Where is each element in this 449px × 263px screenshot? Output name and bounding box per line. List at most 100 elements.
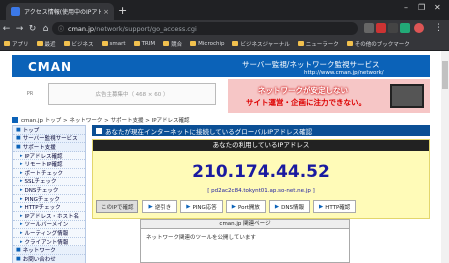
dns-button[interactable]: ▶ DNS情報	[268, 200, 310, 213]
minimize-button[interactable]: –	[404, 3, 408, 12]
bookmarks-bar: アプリ 最近 ビジネス smart TRIM 競合 Microchip ビジネス…	[0, 37, 449, 51]
extension-icon[interactable]	[364, 23, 374, 33]
bookmark-item[interactable]: TRIM	[133, 41, 155, 47]
sidebar-item[interactable]: ▸ IPアドレス確認	[13, 151, 85, 161]
sidebar-item-label: ツールバーメイン	[24, 222, 69, 229]
tab-title: アクセス情報(使用中のIPアドレス確...	[24, 9, 102, 16]
maximize-button[interactable]: ❐	[418, 3, 425, 12]
sidebar-item-label: トップ	[22, 127, 40, 134]
sidebar-item-label: HTTPチェック	[24, 205, 61, 212]
url-text: cman.jp/network/support/go_access.cgi	[68, 24, 197, 33]
menu-icon[interactable]: ⋮	[432, 23, 445, 33]
sidebar-item[interactable]: ■ トップ	[13, 126, 85, 135]
home-icon[interactable]: ⌂	[39, 24, 52, 34]
sidebar-item-label: IPアドレス・ホスト名	[24, 213, 79, 220]
tab-close-icon[interactable]: ×	[103, 8, 109, 16]
bookmark-item[interactable]: ニューラーク	[297, 40, 339, 48]
site-title: サーバー監視/ネットワーク監視サービス	[242, 60, 380, 69]
reload-icon[interactable]: ↻	[26, 24, 39, 34]
forward-icon[interactable]: →	[13, 24, 26, 34]
reverse-lookup-button[interactable]: ▶ 逆引き	[142, 200, 178, 213]
sidebar: ■ トップ ■ サーバー監視サービス ■ サポート支援 ▸ IPアドレス確認 ▸ リモートIP確認…	[12, 125, 86, 263]
ping-button[interactable]: ▶ PING応答	[180, 200, 223, 213]
extension-icon[interactable]	[400, 23, 410, 33]
sidebar-item-label: SSLチェック	[24, 179, 57, 186]
bookmark-item[interactable]: アプリ	[4, 40, 29, 48]
extension-icon[interactable]	[388, 23, 398, 33]
favicon-icon	[11, 7, 20, 16]
bookmark-item[interactable]: ビジネスジャーナル	[232, 40, 290, 48]
bullet-icon: ■	[16, 143, 21, 150]
sidebar-item-label: ポートチェック	[24, 170, 64, 177]
back-icon[interactable]: ←	[0, 24, 13, 34]
bullet-icon: ▸	[20, 212, 23, 219]
sidebar-item[interactable]: ▸ SSLチェック	[13, 177, 85, 187]
page-scrollbar[interactable]	[441, 51, 449, 263]
breadcrumb-text[interactable]: cman.jp トップ > ネットワーク > サポート支援 > IPアドレス確認	[21, 116, 190, 124]
ad-placeholder[interactable]: 広告主募集中（ 468 × 60 ）	[48, 83, 216, 105]
sidebar-item-label: DNSチェック	[24, 187, 59, 194]
bookmark-item[interactable]: 競合	[163, 40, 182, 48]
related-heading: cman.jp 関連ページ	[141, 220, 349, 229]
site-header: CMAN サーバー監視/ネットワーク監視サービス http://www.cman…	[12, 55, 430, 77]
avatar[interactable]	[414, 23, 424, 33]
bullet-icon: ▸	[20, 204, 23, 211]
sidebar-item-label: リモートIP確認	[24, 162, 63, 169]
bullet-icon: ■	[16, 255, 21, 262]
section-icon	[96, 127, 102, 134]
browser-titlebar: アクセス情報(使用中のIPアドレス確... × + – ❐ ✕	[0, 0, 449, 20]
ip-address: 210.174.44.52	[192, 162, 330, 182]
ad-banner[interactable]: ネットワークが安定しない サイト運営・企画に注力できない。	[228, 79, 430, 113]
port-button[interactable]: ▶ Port開放	[225, 200, 266, 213]
quick-check-bar: このIPで確認 ▶ 逆引き ▶ PING応答 ▶ Port開放 ▶ DNS情報 ▶ HTT…	[96, 200, 426, 213]
sidebar-item[interactable]: ▸ ルーティング情報	[13, 229, 85, 238]
main-content: あなたが現在インターネットに接続しているグローバルIPアドレス確認 あなたの利用…	[92, 125, 430, 219]
scrollbar-thumb[interactable]	[442, 61, 448, 89]
breadcrumb-icon	[12, 116, 18, 123]
related-pages-box: cman.jp 関連ページ ネットワーク関連のツールを公開しています	[140, 219, 350, 263]
sidebar-item[interactable]: ■ サポート支援	[13, 143, 85, 152]
bookmark-item[interactable]: Microchip	[190, 41, 224, 47]
section-title: あなたが現在インターネットに接続しているグローバルIPアドレス確認	[92, 125, 430, 136]
bullet-icon: ▸	[20, 186, 23, 193]
banner-line1: ネットワークが安定しない	[258, 86, 348, 95]
new-tab-button[interactable]: +	[118, 5, 127, 16]
web-page: CMAN サーバー監視/ネットワーク監視サービス http://www.cman…	[0, 51, 441, 263]
sidebar-item[interactable]: ■ サーバー監視サービス	[13, 135, 85, 144]
bullet-icon: ▸	[20, 238, 23, 245]
bullet-icon: ▸	[20, 169, 23, 176]
sidebar-item[interactable]: ▸ クライアント情報	[13, 237, 85, 247]
sidebar-item[interactable]: ▸ IPアドレス・ホスト名	[13, 211, 85, 221]
sidebar-item[interactable]: ▸ DNSチェック	[13, 186, 85, 195]
bullet-icon: ■	[16, 126, 21, 133]
sidebar-item[interactable]: ▸ HTTPチェック	[13, 203, 85, 212]
bookmark-item[interactable]: smart	[101, 41, 126, 47]
sidebar-item[interactable]: ▸ ポートチェック	[13, 168, 85, 178]
related-text: ネットワーク関連のツールを公開しています	[146, 235, 256, 241]
browser-tab[interactable]: アクセス情報(使用中のIPアドレス確... ×	[6, 3, 114, 20]
sidebar-item[interactable]: ■ お問い合わせ	[13, 255, 85, 263]
browser-toolbar: ← → ↻ ⌂ ⓘ cman.jp/network/support/go_acc…	[0, 20, 449, 37]
bullet-icon: ■	[16, 247, 21, 254]
site-logo[interactable]: CMAN	[28, 60, 72, 74]
bookmark-item[interactable]: 最近	[36, 40, 56, 48]
sidebar-item-label: サポート支援	[22, 144, 56, 151]
bookmark-item[interactable]: ビジネス	[63, 40, 94, 48]
info-icon[interactable]: ⓘ	[58, 24, 64, 33]
banner-line2: サイト運営・企画に注力できない。	[246, 98, 366, 107]
sidebar-item-label: お問い合わせ	[22, 256, 56, 263]
bookmark-item[interactable]: その他のブックマーク	[346, 40, 410, 48]
address-bar[interactable]: ⓘ cman.jp/network/support/go_access.cgi	[52, 22, 358, 35]
sidebar-item[interactable]: ▸ リモートIP確認	[13, 160, 85, 169]
sidebar-item-label: IPアドレス確認	[24, 153, 63, 160]
bullet-icon: ▸	[20, 161, 23, 168]
quick-check-label: このIPで確認	[96, 200, 139, 213]
sidebar-item[interactable]: ▸ ツールバーメイン	[13, 220, 85, 230]
sidebar-item[interactable]: ■ ネットワーク	[13, 246, 85, 255]
close-window-button[interactable]: ✕	[434, 3, 441, 12]
http-button[interactable]: ▶ HTTP確認	[312, 200, 357, 213]
sidebar-item-label: クライアント情報	[24, 239, 69, 246]
extension-icon[interactable]	[376, 23, 386, 33]
sidebar-item[interactable]: ▸ PINGチェック	[13, 194, 85, 204]
bullet-icon: ▸	[20, 195, 23, 202]
